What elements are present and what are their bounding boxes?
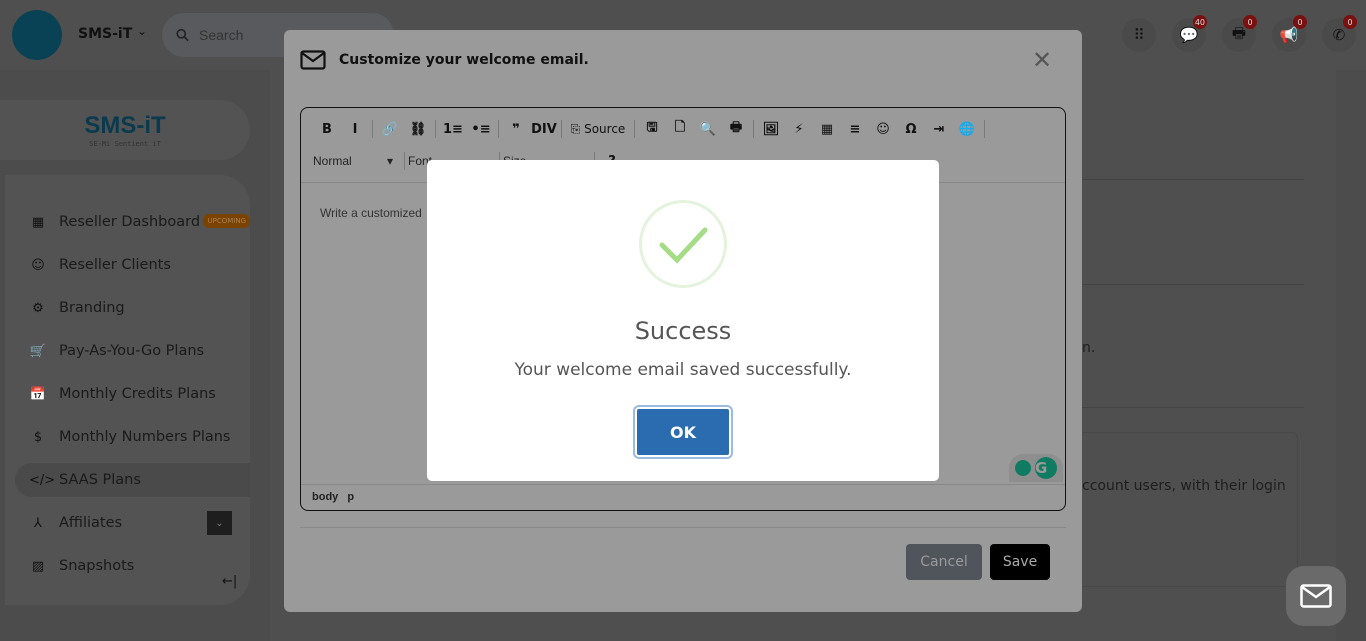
- toolbar-separator: [435, 120, 436, 138]
- lightbulb-icon[interactable]: [1015, 460, 1031, 476]
- search-icon: [176, 28, 189, 42]
- nav-icon: ▦: [31, 214, 45, 230]
- sidebar: ▦ Reseller Dashboard UPCOMING ☺ Reseller Cli…: [5, 175, 250, 605]
- logo-tagline: SE-Mi Sentient iT: [89, 140, 161, 148]
- chevron-down-icon[interactable]: ⌄: [207, 511, 232, 535]
- toolbar-button[interactable]: 🖶: [722, 118, 750, 140]
- sidebar-item-saas-plans[interactable]: </> SAAS Plans: [15, 463, 250, 497]
- nav-icon: </>: [29, 472, 56, 488]
- modal-title: Customize your welcome email.: [339, 52, 589, 68]
- sidebar-item-label: Reseller Dashboard: [59, 214, 201, 230]
- editor-content[interactable]: Write a customized: [320, 206, 422, 220]
- sidebar-item-snapshots[interactable]: ▨ Snapshots: [15, 549, 250, 583]
- toolbar-button[interactable]: •≡: [467, 122, 495, 137]
- sidebar-item-branding[interactable]: ⚙ Branding: [15, 291, 250, 325]
- sidebar-item-monthly-credits-plans[interactable]: 📅 Monthly Credits Plans: [15, 377, 250, 411]
- toolbar-button[interactable]: 🔍: [694, 122, 722, 137]
- nav-icon: $: [33, 429, 43, 445]
- toolbar-separator: [634, 120, 635, 138]
- dialog-message: Your welcome email saved successfully.: [514, 360, 852, 380]
- toolbar-button[interactable]: DIV: [530, 122, 558, 137]
- nav-icon: ⚙: [32, 300, 44, 316]
- sidebar-item-label: Monthly Numbers Plans: [59, 429, 231, 445]
- toolbar-button[interactable]: Ω: [897, 122, 925, 137]
- success-check-icon: [639, 200, 727, 288]
- upcoming-badge: UPCOMING: [203, 214, 250, 228]
- close-icon[interactable]: ✕: [1032, 46, 1052, 74]
- background-card: [1060, 432, 1298, 587]
- fax-printer-icon[interactable]: 🖶 0: [1222, 15, 1257, 52]
- sidebar-item-label: Monthly Credits Plans: [59, 386, 216, 402]
- nav-icon: 📅: [29, 386, 47, 402]
- element-path: body p: [301, 484, 1065, 510]
- apps-grid-icon[interactable]: ⠿: [1122, 18, 1156, 52]
- toolbar-button[interactable]: ☺: [869, 122, 897, 137]
- sidebar-item-label: SAAS Plans: [59, 472, 141, 488]
- sidebar-item-reseller-clients[interactable]: ☺ Reseller Clients: [15, 248, 250, 282]
- toolbar-button[interactable]: ▦: [813, 122, 841, 137]
- toolbar-button[interactable]: ⎘ Source: [565, 122, 631, 137]
- nav-icon: ▨: [31, 558, 45, 574]
- sidebar-item-label: Snapshots: [59, 558, 135, 574]
- toolbar-button[interactable]: ❞: [502, 122, 530, 137]
- mail-icon: [1300, 584, 1332, 608]
- sidebar-item-label: Branding: [59, 300, 125, 316]
- toolbar-button[interactable]: ⚡: [785, 122, 813, 137]
- notification-badge: 0: [1343, 15, 1357, 29]
- toolbar-button[interactable]: 🖼: [757, 122, 785, 137]
- sidebar-logo[interactable]: SMS-iT SE-Mi Sentient iT: [0, 100, 250, 160]
- toolbar-separator: [984, 120, 985, 138]
- grammarly-widget[interactable]: G: [1009, 454, 1063, 482]
- toolbar-button[interactable]: 🌐: [953, 122, 981, 137]
- sidebar-item-affiliates[interactable]: ⅄ Affiliates ⌄: [15, 506, 250, 540]
- chat-icon[interactable]: 💬 40: [1172, 15, 1207, 52]
- avatar[interactable]: [12, 10, 62, 60]
- account-name[interactable]: SMS-iT: [78, 26, 132, 42]
- sidebar-item-label: Pay-As-You-Go Plans: [59, 343, 205, 359]
- sidebar-item-reseller-dashboard[interactable]: ▦ Reseller Dashboard UPCOMING: [15, 205, 250, 239]
- toolbar-button[interactable]: B: [313, 122, 341, 137]
- grammarly-icon[interactable]: G: [1035, 457, 1057, 479]
- sidebar-item-label: Affiliates: [59, 515, 123, 531]
- format-select[interactable]: Normal ▾: [313, 154, 401, 168]
- toolbar-button[interactable]: 🖫: [638, 118, 666, 140]
- nav-icon: ☺: [31, 257, 45, 273]
- toolbar-separator: [498, 120, 499, 138]
- toolbar-separator: [561, 120, 562, 138]
- chevron-down-icon[interactable]: ⌄: [137, 24, 147, 38]
- sidebar-item-pay-as-you-go-plans[interactable]: 🛒 Pay-As-You-Go Plans: [15, 334, 250, 368]
- nav-icon: 🛒: [29, 343, 47, 359]
- background-text: n.: [1082, 340, 1096, 356]
- notification-badge: 40: [1192, 15, 1207, 29]
- dialog-title: Success: [634, 317, 732, 345]
- sidebar-item-monthly-numbers-plans[interactable]: $ Monthly Numbers Plans: [15, 420, 250, 454]
- success-dialog: Success Your welcome email saved success…: [427, 160, 939, 481]
- notification-badge: 0: [1243, 15, 1257, 29]
- save-button[interactable]: Save: [990, 544, 1050, 580]
- sidebar-item-label: Reseller Clients: [59, 257, 171, 273]
- nav-icon: ⅄: [34, 515, 42, 531]
- mail-icon: [300, 50, 326, 70]
- toolbar-separator: [753, 120, 754, 138]
- toolbar-button[interactable]: 🔗: [376, 122, 404, 137]
- notification-badge: 0: [1293, 15, 1307, 29]
- toolbar-button[interactable]: ⇥: [925, 122, 953, 137]
- megaphone-icon[interactable]: 📢 0: [1272, 15, 1307, 52]
- logo-text: SMS-iT: [84, 112, 166, 139]
- toolbar-button[interactable]: ⛓: [404, 122, 432, 137]
- toolbar-button[interactable]: ≡: [841, 122, 869, 137]
- ok-button[interactable]: OK: [635, 407, 731, 457]
- toolbar-button[interactable]: I: [341, 122, 369, 137]
- toolbar-button[interactable]: 🗋: [666, 118, 694, 140]
- phone-icon[interactable]: ✆ 0: [1322, 15, 1357, 52]
- message-fab[interactable]: [1286, 566, 1346, 626]
- toolbar-button[interactable]: 1≡: [439, 122, 467, 137]
- toolbar-separator: [372, 120, 373, 138]
- cancel-button[interactable]: Cancel: [906, 544, 982, 580]
- collapse-sidebar-icon[interactable]: ←|: [222, 574, 237, 589]
